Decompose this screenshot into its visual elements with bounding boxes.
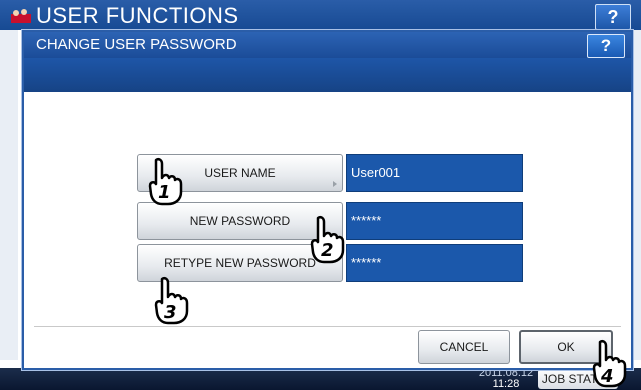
callout-4-hand-icon: 4 (592, 339, 627, 388)
callout-4-number: 4 (600, 366, 614, 387)
background-side-panel-left (0, 30, 18, 360)
callout-2-number: 2 (321, 240, 334, 261)
clock-time: 11:28 (492, 378, 520, 390)
new-password-field: ****** (346, 202, 523, 240)
background-help-button[interactable]: ? (595, 4, 631, 30)
callout-3-hand-icon: 3 (154, 276, 189, 325)
retype-new-password-field: ****** (346, 244, 523, 282)
change-user-password-dialog: CHANGE USER PASSWORD ? USER NAME User001… (22, 30, 633, 370)
clock: 2011.08.12 11:28 (476, 368, 536, 390)
callout-1-hand-icon: 1 (148, 157, 183, 206)
dialog-title: CHANGE USER PASSWORD (36, 36, 237, 53)
background-title-bar: USER FUNCTIONS ? (0, 0, 641, 30)
dialog-header-band (24, 58, 631, 92)
dialog-divider (34, 326, 621, 327)
background-title: USER FUNCTIONS (36, 3, 239, 28)
arrow-right-icon (333, 181, 337, 187)
callout-2-hand-icon: 2 (310, 215, 345, 264)
cancel-button[interactable]: CANCEL (418, 330, 510, 364)
user-functions-icon (11, 9, 31, 23)
dialog-title-bar: CHANGE USER PASSWORD ? (24, 32, 631, 58)
callout-1-number: 1 (158, 182, 171, 203)
user-name-field: User001 (346, 154, 523, 192)
dialog-help-button[interactable]: ? (587, 34, 625, 58)
callout-3-number: 3 (164, 302, 177, 323)
